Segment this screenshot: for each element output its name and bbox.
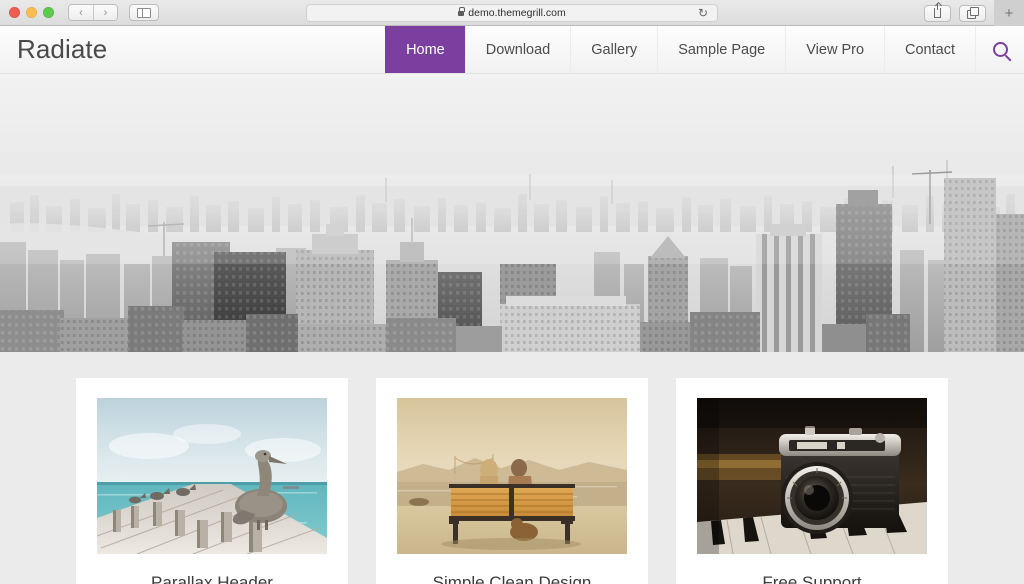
address-bar[interactable]: demo.themegrill.com ↻ (306, 3, 718, 22)
nav-item-sample-page[interactable]: Sample Page (657, 26, 785, 73)
navigation-buttons: ‹ › (68, 4, 118, 21)
share-icon (934, 3, 941, 18)
share-button[interactable] (924, 3, 951, 22)
hero-banner (0, 74, 1024, 352)
show-tabs-button[interactable] (959, 4, 986, 22)
primary-navigation: Home Download Gallery Sample Page View P… (385, 26, 1024, 73)
site-logo[interactable]: Radiate (0, 26, 107, 73)
nav-item-view-pro[interactable]: View Pro (785, 26, 884, 73)
window-controls (0, 7, 54, 18)
feature-card-title: Free Support (762, 573, 862, 584)
nav-item-gallery[interactable]: Gallery (570, 26, 657, 73)
zoom-window-button[interactable] (43, 7, 54, 18)
feature-card-title: Parallax Header (151, 573, 273, 584)
feature-card-image-camera (697, 398, 927, 554)
nav-item-home[interactable]: Home (385, 26, 465, 73)
feature-card-free-support[interactable]: Free Support (676, 378, 948, 584)
browser-chrome: ‹ › demo.themegrill.com ↻ + (0, 0, 1024, 26)
search-icon (992, 42, 1008, 57)
nav-item-contact[interactable]: Contact (884, 26, 975, 73)
back-button[interactable]: ‹ (69, 5, 93, 20)
new-tab-button[interactable]: + (994, 0, 1024, 26)
tabs-icon (967, 7, 979, 19)
feature-card-image-bench (397, 398, 627, 554)
search-button[interactable] (975, 26, 1024, 73)
reload-icon[interactable]: ↻ (698, 7, 708, 19)
nav-item-download[interactable]: Download (464, 26, 571, 73)
address-bar-url: demo.themegrill.com (468, 6, 566, 19)
minimize-window-button[interactable] (26, 7, 37, 18)
feature-card-title: Simple Clean Design (432, 573, 592, 584)
sidebar-toggle-button[interactable] (129, 4, 159, 21)
sidebar-icon (137, 7, 151, 18)
hero-image (0, 74, 1024, 352)
feature-card-simple-clean-design[interactable]: Simple Clean Design (376, 378, 648, 584)
forward-button[interactable]: › (93, 5, 117, 20)
features-row: Parallax Header Simple Clean Design Free… (0, 378, 1024, 584)
chrome-right-controls: + (924, 0, 1024, 26)
lock-icon (458, 7, 466, 16)
feature-card-image-pier (97, 398, 327, 554)
close-window-button[interactable] (9, 7, 20, 18)
site-header: Radiate Home Download Gallery Sample Pag… (0, 26, 1024, 74)
feature-card-parallax-header[interactable]: Parallax Header (76, 378, 348, 584)
features-section: Parallax Header Simple Clean Design Free… (0, 352, 1024, 584)
